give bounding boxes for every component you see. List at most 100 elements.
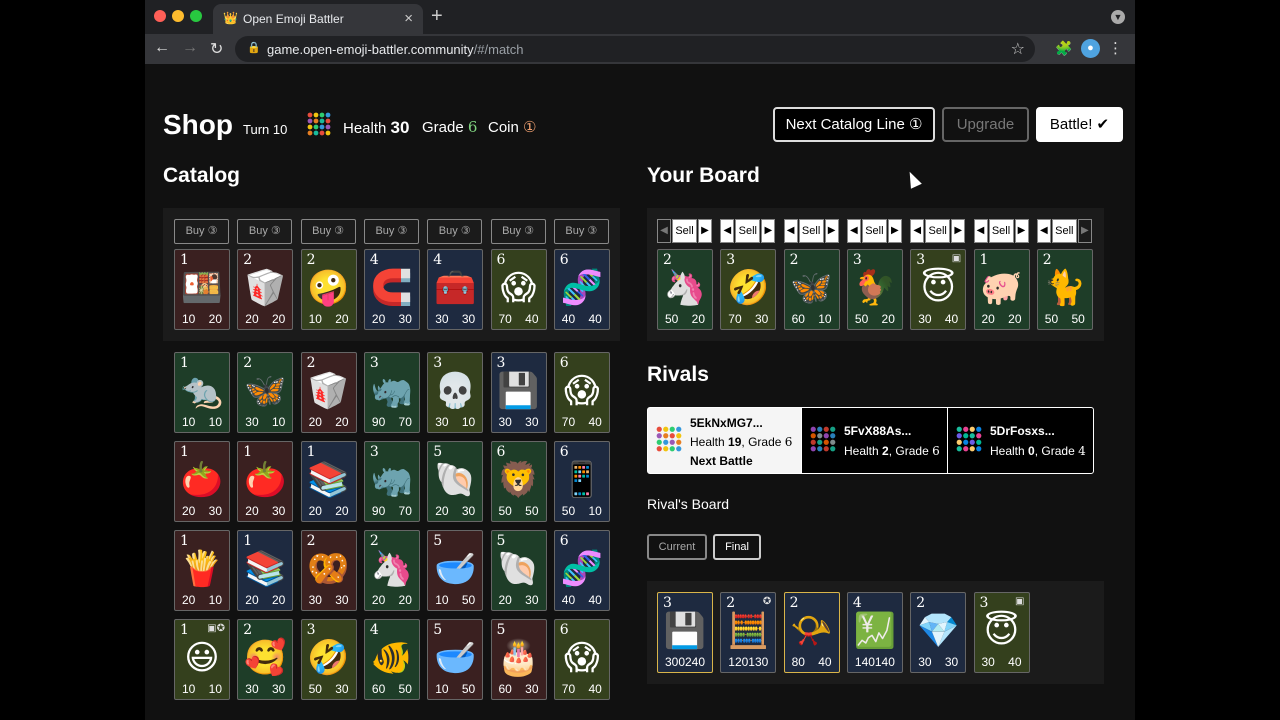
emoji-card[interactable]: 5 🐚 20 30 <box>490 530 547 611</box>
emoji-card[interactable]: 2 🦄 50 20 <box>657 249 713 330</box>
move-right-button[interactable]: ▶ <box>1014 219 1029 243</box>
emoji-card[interactable]: 5 🥣 10 50 <box>427 530 484 611</box>
buy-button[interactable]: Buy ③ <box>174 219 229 244</box>
current-tab-button[interactable]: Current <box>647 534 707 560</box>
emoji-card[interactable]: 2 🥡 20 20 <box>237 249 294 330</box>
move-left-button[interactable]: ◀ <box>720 219 735 243</box>
emoji-card[interactable]: 1 🐀 10 10 <box>174 352 230 433</box>
final-tab-button[interactable]: Final <box>713 534 761 560</box>
sell-button[interactable]: Sell <box>798 219 824 243</box>
sell-button[interactable]: Sell <box>925 219 951 243</box>
buy-button[interactable]: Buy ③ <box>363 219 419 244</box>
emoji-card[interactable]: 4 🧲 20 30 <box>363 249 420 330</box>
url-path: /#/match <box>473 42 524 57</box>
buy-button[interactable]: Buy ③ <box>490 219 546 244</box>
new-tab-icon[interactable]: + <box>431 5 443 28</box>
emoji-card[interactable]: 5 🎂 60 30 <box>490 619 547 700</box>
emoji-card[interactable]: 2 🥡 20 20 <box>300 352 357 433</box>
move-left-button[interactable]: ◀ <box>846 219 861 243</box>
forward-icon[interactable]: → <box>182 39 198 57</box>
move-left-button[interactable]: ◀ <box>657 219 671 243</box>
minimize-window-button[interactable] <box>172 10 184 22</box>
sell-button[interactable]: Sell <box>672 219 697 243</box>
card-attack: 10 <box>182 312 196 326</box>
emoji-card[interactable]: 1 🐖 20 20 <box>973 249 1030 330</box>
emoji-card[interactable]: 2 🥨 30 30 <box>300 530 357 611</box>
move-right-button[interactable]: ▶ <box>1077 219 1092 243</box>
close-tab-icon[interactable]: × <box>404 10 413 27</box>
emoji-card[interactable]: 2 🦄 20 20 <box>363 530 420 611</box>
sell-button[interactable]: Sell <box>861 219 887 243</box>
rival-card[interactable]: 5DrFosxs... Health 0, Grade 4 <box>947 407 1094 474</box>
card-health: 40 <box>588 312 602 326</box>
emoji-card[interactable]: 6 🧬 40 40 <box>553 530 610 611</box>
emoji-card[interactable]: 6 😱 70 40 <box>490 249 547 330</box>
reload-icon[interactable]: ↻ <box>210 39 223 59</box>
emoji-card[interactable]: 2 🦋 30 10 <box>237 352 294 433</box>
emoji-card[interactable]: 1 😃 10 10 ▣✪ <box>174 619 230 700</box>
emoji-card[interactable]: 5 🐚 20 30 <box>427 441 484 522</box>
emoji-card[interactable]: 3 😇 30 40 ▣ <box>910 249 967 330</box>
rival-card[interactable]: 5FvX88As... Health 2, Grade 6 <box>801 407 948 474</box>
browser-tab[interactable]: 👑 Open Emoji Battler × <box>213 4 423 34</box>
emoji-card[interactable]: 4 🐠 60 50 <box>363 619 420 700</box>
move-left-button[interactable]: ◀ <box>1036 219 1051 243</box>
close-window-button[interactable] <box>154 10 166 22</box>
address-bar[interactable]: 🔒 game.open-emoji-battler.community/#/ma… <box>235 36 1035 62</box>
extensions-puzzle-icon[interactable]: 🧩 <box>1055 40 1072 57</box>
emoji-card[interactable]: 4 🧰 30 30 <box>427 249 484 330</box>
emoji-card[interactable]: 6 📱 50 10 <box>553 441 610 522</box>
card-emoji: 🥣 <box>434 639 477 677</box>
emoji-card[interactable]: 6 😱 70 40 <box>553 619 610 700</box>
emoji-card[interactable]: 3 💾 30 30 <box>490 352 547 433</box>
emoji-card[interactable]: 2 🥰 30 30 <box>237 619 294 700</box>
move-right-button[interactable]: ▶ <box>824 219 839 243</box>
sell-button[interactable]: Sell <box>735 219 761 243</box>
emoji-card[interactable]: 1 🍅 20 30 <box>174 441 230 522</box>
emoji-card[interactable]: 3 🦏 90 70 <box>363 352 420 433</box>
emoji-card[interactable]: 1 🍱 10 20 <box>174 249 230 330</box>
buy-button[interactable]: Buy ③ <box>237 219 293 244</box>
emoji-card[interactable]: 6 😱 70 40 <box>553 352 610 433</box>
emoji-card[interactable]: 3 🤣 50 30 <box>300 619 357 700</box>
emoji-card[interactable]: 2 🤪 10 20 <box>300 249 357 330</box>
move-left-button[interactable]: ◀ <box>783 219 798 243</box>
buy-button[interactable]: Buy ③ <box>427 219 483 244</box>
move-left-button[interactable]: ◀ <box>910 219 925 243</box>
sell-button[interactable]: Sell <box>1051 219 1077 243</box>
emoji-card[interactable]: 6 🦁 50 50 <box>490 441 547 522</box>
emoji-card[interactable]: 6 🧬 40 40 <box>553 249 610 330</box>
rival-card[interactable]: 5EkNxMG7... Health 19, Grade 6 Next Battle <box>647 407 802 474</box>
sell-button[interactable]: Sell <box>988 219 1014 243</box>
move-left-button[interactable]: ◀ <box>973 219 988 243</box>
browser-menu-icon[interactable]: ⋮ <box>1108 39 1123 57</box>
bookmark-star-icon[interactable]: ☆ <box>1011 39 1025 59</box>
card-grade: 6 <box>496 252 506 268</box>
emoji-card[interactable]: 2 🦋 60 10 <box>783 249 840 330</box>
emoji-card[interactable]: 1 🍅 20 30 <box>237 441 294 522</box>
emoji-card[interactable]: 1 🍟 20 10 <box>174 530 230 611</box>
move-right-button[interactable]: ▶ <box>887 219 902 243</box>
back-icon[interactable]: ← <box>154 39 170 57</box>
maximize-window-button[interactable] <box>190 10 202 22</box>
emoji-card[interactable]: 1 📚 20 20 <box>300 441 357 522</box>
buy-button[interactable]: Buy ③ <box>553 219 609 244</box>
next-catalog-line-button[interactable]: Next Catalog Line ① <box>773 107 935 142</box>
move-right-button[interactable]: ▶ <box>951 219 966 243</box>
card-grade: 2 <box>306 252 316 268</box>
emoji-card[interactable]: 3 💀 30 10 <box>427 352 484 433</box>
emoji-card[interactable]: 2 🐈 50 50 <box>1036 249 1093 330</box>
battle-button[interactable]: Battle! ✔ <box>1036 107 1123 142</box>
emoji-card[interactable]: 1 📚 20 20 <box>237 530 294 611</box>
tab-search-icon[interactable]: ▼ <box>1111 10 1125 24</box>
emoji-card[interactable]: 5 🥣 10 50 <box>427 619 484 700</box>
upgrade-button[interactable]: Upgrade <box>942 107 1029 142</box>
emoji-card[interactable]: 3 🦏 90 70 <box>363 441 420 522</box>
profile-avatar[interactable]: ● <box>1081 39 1100 58</box>
card-health: 30 <box>335 593 349 607</box>
buy-button[interactable]: Buy ③ <box>300 219 356 244</box>
emoji-card[interactable]: 3 🐓 50 20 <box>846 249 903 330</box>
move-right-button[interactable]: ▶ <box>698 219 712 243</box>
move-right-button[interactable]: ▶ <box>761 219 776 243</box>
emoji-card[interactable]: 3 🤣 70 30 <box>720 249 777 330</box>
